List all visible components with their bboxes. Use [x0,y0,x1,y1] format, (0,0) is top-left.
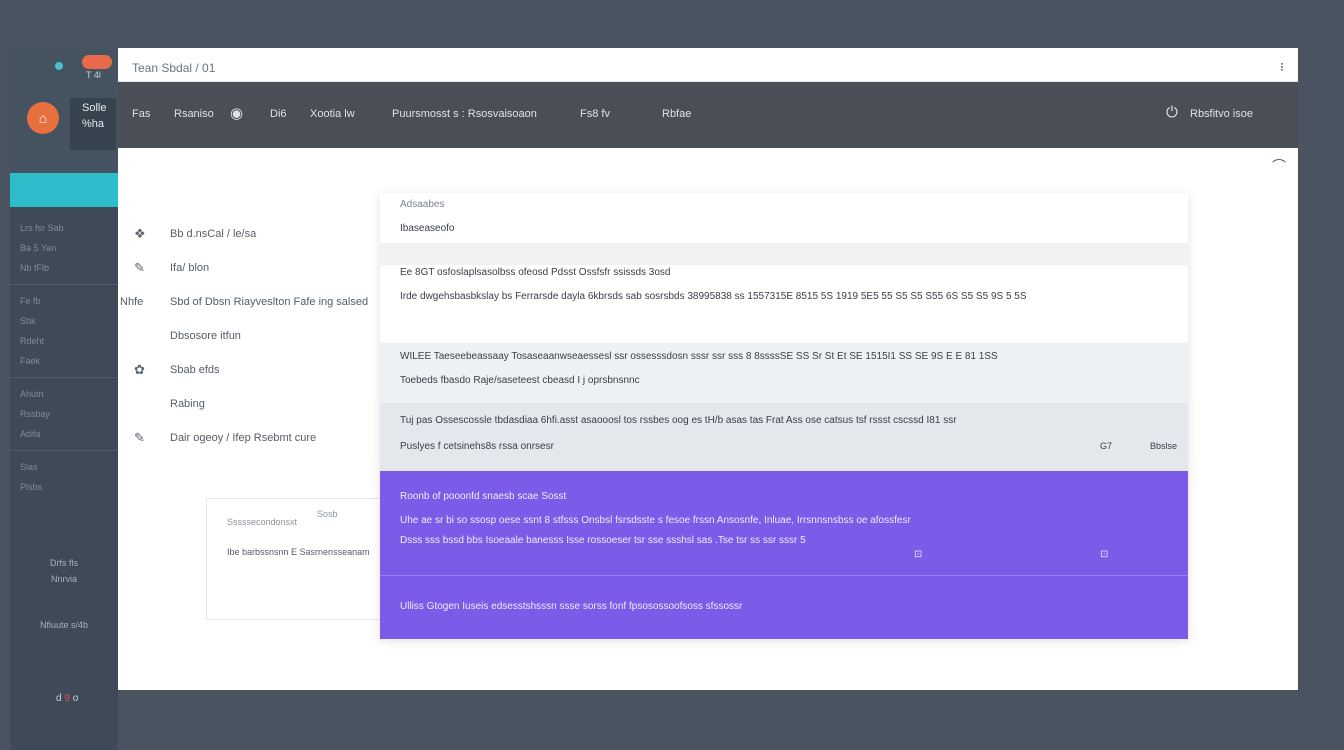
sidebar-divider [10,450,118,451]
list-item[interactable]: ✎ Ifa/ blon [118,252,380,286]
status-dot-icon [55,62,63,70]
wifi-icon[interactable]: ◉ [230,104,243,122]
sidebar-status: d 9 o [56,693,78,704]
toolbar-item[interactable]: Xootia lw [310,108,355,120]
row-line: Ee 8GT osfoslaplsasolbss ofeosd Pdsst Os… [400,267,671,278]
sidebar-item[interactable]: Faek [10,351,118,371]
sidebar-nav: Lrs fsr Sab Ba 5 Yan Nb fFlb Fe fb Sbk R… [10,218,118,497]
list-item-label: Rabing [170,398,205,410]
sidebar-item[interactable]: Rdeht [10,331,118,351]
title-bar: Tean Sbdal / 01 ⁝ [118,48,1298,82]
checkbox-icon[interactable]: ⊡ [1100,549,1108,560]
toolbar-item[interactable]: Fs8 fv [580,108,610,120]
panel-header-value: Ibaseaseofo [400,223,455,234]
selected-row-divider [380,575,1188,576]
list-item-prefix: Nhfe [120,296,144,308]
list-item[interactable]: ✎ Dair ogeoy / Ifep Rsebmt cure [118,422,380,456]
status-b: 9 [64,693,70,704]
info-card-label: Sssssecondonsxt [227,517,298,527]
panel-gap [380,243,1188,265]
user-handle: %ha [82,118,105,130]
sidebar-divider [10,377,118,378]
more-menu-icon[interactable]: ⁝ [1280,60,1284,74]
info-card-tag: Sosb [317,509,338,519]
list-item-label: Sbab efds [170,364,220,376]
sidebar-item[interactable]: Fe fb [10,291,118,311]
sidebar-item[interactable]: Nb fFlb [10,258,118,278]
flower-icon: ✿ [134,362,145,377]
main-window: Tean Sbdal / 01 ⁝ Fas Rsaniso ◉ Di6 Xoot… [118,48,1298,690]
sidebar-item[interactable]: Lrs fsr Sab [10,218,118,238]
toolbar-account-link[interactable]: Rbsfitvo isoe [1190,108,1253,120]
user-name: Solle [82,102,107,114]
row-line: Puslyes f cetsinehs8s rssa onrsesr [400,441,554,452]
toolbar-item[interactable]: Rbfae [662,108,691,120]
panel-header: Adsaabes Ibaseaseofo [380,193,1188,243]
power-icon[interactable]: ⏻ [1166,104,1178,121]
collapse-icon[interactable]: ⌒ [1272,156,1286,176]
toolbar: Fas Rsaniso ◉ Di6 Xootia lw Puursmosst s… [118,82,1298,148]
toolbar-item[interactable]: Fas [132,108,150,120]
selected-row-footer: Ulliss Gtogen Iuseis edsesstshsssn ssse … [400,601,743,612]
table-row[interactable]: Tuj pas Ossescossle tbdasdiaa 6hfi.asst … [380,403,1188,471]
list-item-label: Dair ogeoy / Ifep Rsebmt cure [170,432,317,444]
info-card[interactable]: Sssssecondonsxt Sosb Ibe barbssnsnn E Sa… [206,498,386,620]
row-action[interactable]: Bbslse [1150,441,1177,451]
toolbar-item[interactable]: Di6 [270,108,287,120]
sidebar-divider [10,284,118,285]
edit-icon: ✎ [134,430,145,445]
selected-row-line: Uhe ae sr bi so ssosp oese ssnt 8 stfsss… [400,515,911,526]
sidebar-active-highlight[interactable] [10,173,118,207]
row-line: WILEE Taeseebeassaay Tosaseaanwseaessesl… [400,351,998,362]
sidebar-footer-label: Drfs fls [50,558,78,568]
row-line: Tuj pas Ossescossle tbdasdiaa 6hfi.asst … [400,415,957,426]
list-item[interactable]: Rabing [118,388,380,422]
sidebar-header: T 4l ⌂ Solle %ha [10,48,118,173]
sidebar-footer-link[interactable]: Nfiuute s/4b [10,620,118,630]
sidebar-item[interactable]: Plsbs [10,477,118,497]
list-item[interactable]: Dbsosore itfun [118,320,380,354]
sidebar-item[interactable]: Ba 5 Yan [10,238,118,258]
row-count: G7 [1100,441,1113,451]
sidebar-item[interactable]: Rssbay [10,404,118,424]
panel-header-caption: Adsaabes [400,199,445,210]
info-card-line: Ibe barbssnsnn E Sasrnensseanam [227,547,370,557]
list-item-label: Sbd of Dbsn Riayveslton Fafe ing salsed [170,296,369,308]
list-item-label: Ifa/ blon [170,262,210,274]
selected-row[interactable]: Roonb of pooonfd snaesb scae Sosst Uhe a… [380,471,1188,639]
item-icon: ❖ [134,226,146,241]
list-item[interactable]: ❖ Bb d.nsCal / le/sa [118,218,380,252]
toolbar-item[interactable]: Rsaniso [174,108,214,120]
sidebar-item[interactable]: Sbk [10,311,118,331]
status-a: d [56,693,62,704]
row-line: Toebeds fbasdo Raje/saseteest cbeasd I j… [400,375,640,386]
row-line: Irde dwgehsbasbkslay bs Ferrarsde dayla … [400,291,1027,302]
sidebar-item[interactable]: Adifa [10,424,118,444]
list-item-label: Bb d.nsCal / le/sa [170,228,257,240]
detail-panel: Adsaabes Ibaseaseofo Ee 8GT osfoslaplsas… [380,193,1188,639]
sidebar: T 4l ⌂ Solle %ha Lrs fsr Sab Ba 5 Yan Nb… [10,48,118,750]
notification-label: T 4l [86,70,101,80]
list-item[interactable]: Nhfe Sbd of Dbsn Riayveslton Fafe ing sa… [118,286,380,320]
status-c: o [72,693,79,704]
sidebar-item[interactable]: Ahutn [10,384,118,404]
table-row[interactable]: Ee 8GT osfoslaplsasolbss ofeosd Pdsst Os… [380,265,1188,343]
toolbar-item[interactable]: Puursmosst s : Rsosvaisoaon [392,108,537,120]
left-list: ❖ Bb d.nsCal / le/sa ✎ Ifa/ blon Nhfe Sb… [118,218,380,456]
edit-icon: ✎ [134,260,145,275]
window-title: Tean Sbdal / 01 [132,61,216,75]
table-row[interactable]: WILEE Taeseebeassaay Tosaseaanwseaessesl… [380,343,1188,403]
checkbox-icon[interactable]: ⊡ [914,549,922,560]
list-item-label: Dbsosore itfun [170,330,241,342]
selected-row-line: Dsss sss bssd bbs Isoeaale banesss Isse … [400,535,806,546]
user-card[interactable]: Solle %ha [70,98,116,150]
app-logo-icon[interactable]: ⌂ [27,102,59,134]
selected-row-title: Roonb of pooonfd snaesb scae Sosst [400,491,567,502]
list-item[interactable]: ✿ Sbab efds [118,354,380,388]
sidebar-item[interactable]: Slas [10,457,118,477]
notification-pill[interactable] [82,55,112,69]
sidebar-footer-label: Nnrvia [50,574,77,584]
